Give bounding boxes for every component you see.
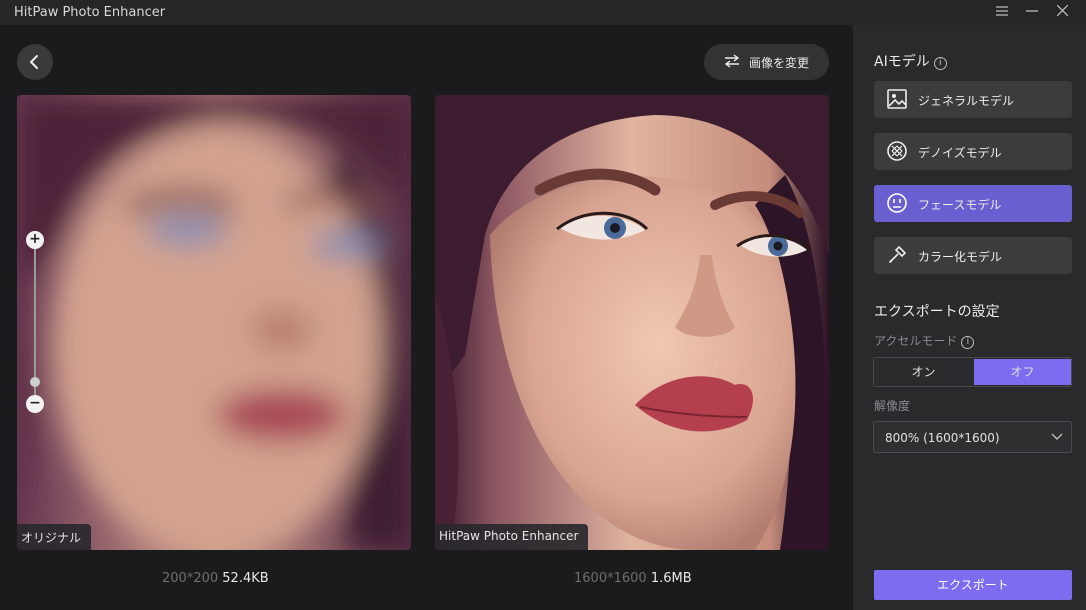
model-label: カラー化モデル	[918, 250, 1003, 264]
original-label: オリジナル	[17, 524, 92, 550]
resolution-label: 解像度	[874, 399, 911, 413]
original-photo	[17, 95, 411, 550]
original-size: 52.4KB	[222, 571, 269, 586]
model-label: ジェネラルモデル	[918, 94, 1015, 108]
enhanced-label: HitPaw Photo Enhancer	[435, 524, 589, 550]
enhanced-info: 1600*1600 1.6MB	[574, 571, 692, 586]
colorize-model-button[interactable]: カラー化モデル	[874, 237, 1072, 274]
denoise-icon	[887, 141, 907, 161]
accel-mode-toggle: オン オフ	[873, 357, 1072, 387]
close-icon[interactable]	[1052, 3, 1072, 21]
ai-model-heading: AIモデル i	[874, 51, 947, 71]
resolution-value: 800% (1600*1600)	[885, 431, 1000, 445]
menu-icon[interactable]	[992, 3, 1012, 21]
swap-icon	[724, 54, 740, 68]
accel-mode-heading: アクセルモード i	[874, 332, 975, 349]
face-icon	[887, 193, 907, 213]
face-model-button[interactable]: フェースモデル	[874, 185, 1072, 222]
change-image-label: 画像を変更	[749, 56, 810, 70]
enhanced-dimensions: 1600*1600	[574, 571, 647, 586]
chevron-down-icon	[1051, 433, 1063, 440]
image-icon	[887, 89, 907, 109]
preview-area: 画像を変更 オリジナル HitPaw Photo Enhancer + − 20…	[0, 25, 853, 610]
zoom-out-button[interactable]: −	[26, 395, 44, 413]
colorize-icon	[889, 245, 907, 263]
accel-on-option[interactable]: オン	[875, 359, 972, 385]
app-title: HitPaw Photo Enhancer	[14, 5, 166, 20]
denoise-model-button[interactable]: デノイズモデル	[874, 133, 1072, 170]
enhanced-photo	[435, 95, 829, 550]
original-image-panel: オリジナル	[17, 95, 411, 550]
zoom-in-button[interactable]: +	[26, 231, 44, 249]
back-button[interactable]	[17, 44, 53, 80]
model-label: フェースモデル	[918, 198, 1002, 212]
info-icon[interactable]: i	[933, 57, 947, 70]
enhanced-image-panel: HitPaw Photo Enhancer	[435, 95, 829, 550]
chevron-left-icon	[30, 55, 38, 69]
title-bar: HitPaw Photo Enhancer	[0, 0, 1086, 25]
minimize-icon[interactable]	[1022, 3, 1042, 21]
accel-off-option[interactable]: オフ	[974, 359, 1071, 385]
original-dimensions: 200*200	[162, 571, 219, 586]
export-button[interactable]: エクスポート	[874, 570, 1072, 600]
zoom-slider-handle[interactable]	[30, 377, 40, 387]
settings-sidebar: AIモデル i ジェネラルモデル デノイズモデル フェースモデル カラー化モデル …	[853, 25, 1086, 610]
info-icon[interactable]: i	[961, 336, 975, 349]
model-label: デノイズモデル	[918, 146, 1002, 160]
general-model-button[interactable]: ジェネラルモデル	[874, 81, 1072, 118]
original-info: 200*200 52.4KB	[162, 571, 269, 586]
accel-mode-label: アクセルモード	[874, 334, 958, 348]
change-image-button[interactable]: 画像を変更	[704, 44, 829, 80]
resolution-select[interactable]: 800% (1600*1600)	[873, 421, 1072, 453]
enhanced-size: 1.6MB	[650, 571, 692, 586]
ai-model-title: AIモデル	[874, 54, 930, 70]
export-settings-heading: エクスポートの設定	[874, 304, 1000, 320]
